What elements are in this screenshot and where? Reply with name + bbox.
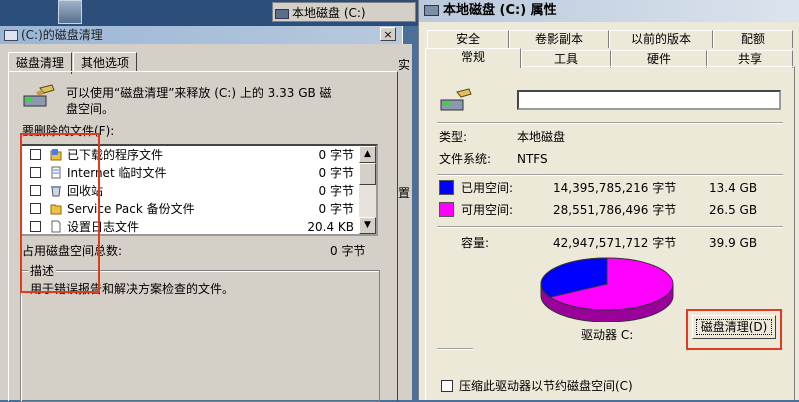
filesystem-value: NTFS [517,152,548,166]
scroll-thumb[interactable] [359,163,376,185]
tab-quota[interactable]: 配额 [713,30,793,48]
compress-label: 压缩此驱动器以节约磁盘空间(C) [459,379,633,393]
close-button[interactable]: × [380,27,396,41]
compress-checkbox[interactable] [441,380,453,392]
capacity-bytes: 42,947,571,712 字节 [553,236,677,250]
background-window-title[interactable]: 本地磁盘 (C:) [272,2,416,22]
drive-name-input[interactable] [517,90,781,110]
divider [437,226,783,228]
desktop-thumbnail [58,0,82,24]
drive-icon [424,5,439,16]
tab-shadow-copies[interactable]: 卷影副本 [509,30,609,48]
scroll-up-button[interactable]: ▲ [359,146,376,163]
tab-general[interactable]: 常规 [425,48,521,68]
disk-usage-pie [540,257,674,322]
free-space-gb: 26.5 GB [709,203,758,217]
stray-char-2: 置 [398,186,411,200]
window-gap: 实 置 [398,44,412,400]
stray-char: 实 [398,58,411,72]
highlight-box [686,309,782,350]
used-space-swatch [439,180,454,195]
filesystem-label: 文件系统: [439,152,492,166]
drive-properties-dialog: 本地磁盘 (C:) 属性 安全 卷影副本 以前的版本 配额 常规 工具 硬件 共… [418,0,799,400]
scroll-down-button[interactable]: ▼ [359,217,376,234]
close-icon: × [383,28,393,41]
used-space-label: 已用空间: [461,181,514,195]
divider [437,122,783,124]
free-space-swatch [439,202,454,217]
divider [437,348,473,350]
intro-line-2: 盘空间。 [66,102,115,116]
drive-large-icon [440,88,472,111]
free-space-label: 可用空间: [461,203,514,217]
capacity-label: 容量: [461,236,490,250]
cleanup-title: (C:)的磁盘清理 [21,28,103,42]
type-value: 本地磁盘 [517,130,566,144]
properties-title: 本地磁盘 (C:) 属性 [443,3,557,18]
drive-icon [275,8,289,19]
disk-cleanup-icon [23,84,55,107]
type-label: 类型: [439,130,468,144]
highlight-box [20,133,100,293]
total-space-value: 0 字节 [330,244,366,258]
capacity-gb: 39.9 GB [709,236,758,250]
arrow-down-icon: ▼ [364,220,371,230]
drive-icon [4,30,18,41]
divider [437,174,783,176]
cleanup-titlebar: (C:)的磁盘清理 [0,26,402,44]
tab-other-options[interactable]: 其他选项 [73,52,137,72]
arrow-up-icon: ▲ [364,149,371,159]
used-space-gb: 13.4 GB [709,181,758,195]
used-space-bytes: 14,395,785,216 字节 [553,181,677,195]
tab-security[interactable]: 安全 [427,30,509,48]
list-scrollbar[interactable]: ▲ ▼ [359,146,376,234]
drive-label: 驱动器 C: [581,328,634,342]
free-space-bytes: 28,551,786,496 字节 [553,203,677,217]
properties-titlebar: 本地磁盘 (C:) 属性 [419,0,799,22]
disk-cleanup-dialog: (C:)的磁盘清理 × 实 置 磁盘清理 其他选项 可以使用“磁盘清理”来释放 … [0,26,412,402]
tab-previous-versions[interactable]: 以前的版本 [609,30,713,48]
